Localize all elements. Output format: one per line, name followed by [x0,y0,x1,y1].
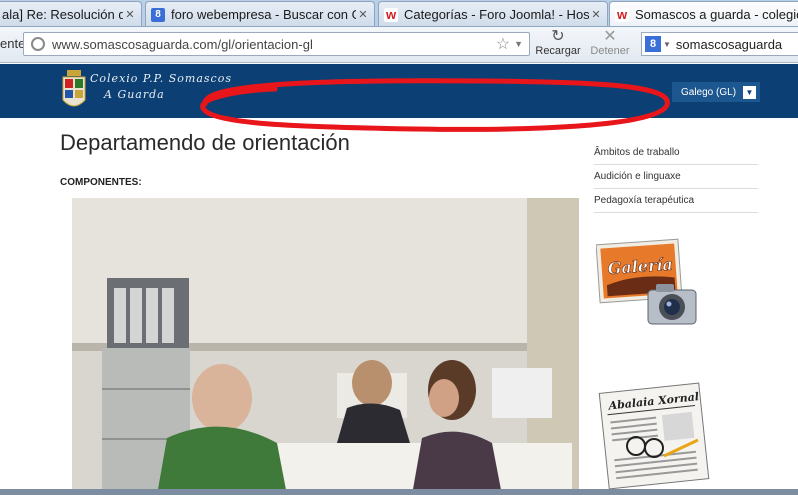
language-select[interactable]: Galego (GL) ▼ [672,82,760,102]
school-crest-icon[interactable] [62,70,86,112]
address-bar[interactable]: www.somascosaguarda.com/gl/orientacion-g… [23,32,530,56]
webempresa-favicon-icon: w [615,7,629,22]
sidebar-item-label: Audición e linguaxe [594,171,681,182]
language-value: Galego (GL) [681,86,737,98]
tab-close-icon[interactable]: ✕ [356,8,370,21]
reload-button[interactable]: ↻ Recargar [533,28,583,58]
chevron-down-icon[interactable]: ▼ [743,85,756,99]
chevron-down-icon[interactable]: ▼ [514,39,523,49]
chevron-down-icon[interactable]: ▼ [663,40,671,49]
page-title: Departamendo de orientación [60,130,350,155]
xornal-newspaper-button[interactable]: Abalaia Xornal [598,376,710,494]
bookmark-star-icon[interactable]: ☆ [496,34,510,54]
tab-foro-joomla[interactable]: w Categorías - Foro Joomla! - Hosting J.… [378,1,608,26]
tab-label: ala] Re: Resolución de err... [2,7,123,22]
address-text[interactable]: www.somascosaguarda.com/gl/orientacion-g… [52,37,496,52]
search-input[interactable]: 8 ▼ somascosaguarda [641,32,798,56]
red-annotation-ellipse [200,78,670,132]
tab-close-icon[interactable]: ✕ [123,8,137,21]
sidebar-menu: Âmbitos de traballo Audición e linguaxe … [594,141,758,213]
sidebar-item-label: Pedagoxía terapéutica [594,195,695,206]
tab-label: Somascos a guarda - colegio somas [635,7,798,22]
stop-label: Detener [590,45,630,57]
webempresa-favicon-icon: w [384,7,398,22]
tab-google-search[interactable]: 8 foro webempresa - Buscar con Google ✕ [145,1,375,26]
stop-button[interactable]: ✕ Detener [585,28,635,58]
tab-close-icon[interactable]: ✕ [589,8,603,21]
google-favicon-icon: 8 [151,7,165,22]
staff-office-photo [72,198,579,495]
reload-label: Recargar [535,45,581,57]
galeria-button[interactable]: Galería [596,238,700,330]
section-subtitle: COMPONENTES: [60,177,142,188]
tab-resolucion-errores[interactable]: ala] Re: Resolución de err... ✕ [0,1,142,26]
sidebar-item-label: Âmbitos de traballo [594,147,680,158]
search-value[interactable]: somascosaguarda [676,37,782,52]
google-search-icon[interactable]: 8 [645,36,661,52]
globe-icon [31,37,45,51]
stop-icon: ✕ [603,28,617,45]
tab-somascos-active[interactable]: w Somascos a guarda - colegio somas [609,1,798,26]
os-taskbar [0,489,798,495]
tab-label: foro webempresa - Buscar con Google [171,7,356,22]
browser-tab-strip: ala] Re: Resolución de err... ✕ 8 foro w… [0,0,798,27]
sidebar-item-pedagoxia[interactable]: Pedagoxía terapéutica [594,189,758,213]
nav-partial-label: ente [0,36,26,51]
sidebar-item-ambitos[interactable]: Âmbitos de traballo [594,141,758,165]
browser-nav-bar: ente www.somascosaguarda.com/gl/orientac… [0,27,798,63]
tab-label: Categorías - Foro Joomla! - Hosting J... [404,7,589,22]
reload-icon: ↻ [551,28,565,45]
sidebar-item-audicion[interactable]: Audición e linguaxe [594,165,758,189]
